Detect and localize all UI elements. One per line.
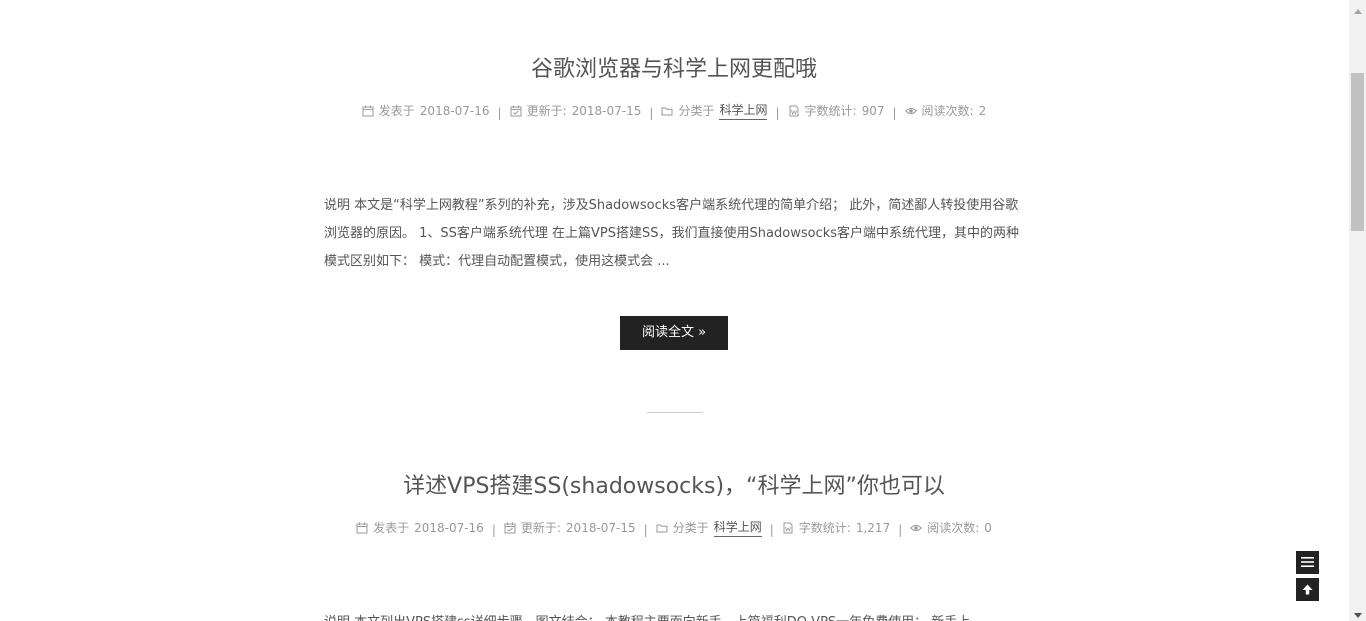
meta-label: 阅读次数:	[921, 103, 974, 118]
triangle-down-icon	[1353, 603, 1362, 621]
meta-label: 更新于:	[526, 103, 567, 118]
meta-separator: |	[649, 105, 654, 120]
meta-value: 2	[978, 103, 987, 118]
post-date: 发表于 2018-07-16	[362, 102, 490, 120]
post-title[interactable]: 详述VPS搭建SS(shadowsocks)，“科学上网”你也可以	[324, 472, 1024, 502]
arrow-up-icon	[1302, 580, 1313, 599]
post-updated: 更新于: 2018-07-15	[510, 102, 642, 120]
vertical-scrollbar[interactable]	[1349, 0, 1366, 621]
eye-icon	[904, 105, 917, 117]
meta-label: 阅读次数:	[927, 520, 980, 535]
meta-value: 1,217	[855, 520, 891, 535]
triangle-up-icon	[1353, 0, 1362, 18]
post-meta: 发表于 2018-07-16 | 更新于: 2018-07-15 | 分类于 科…	[324, 101, 1024, 122]
meta-label: 字数统计:	[798, 520, 851, 535]
page-viewport: 谷歌浏览器与科学上网更配哦 发表于 2018-07-16 | 更新于: 2018…	[0, 0, 1366, 621]
meta-separator: |	[491, 522, 496, 537]
post-excerpt: 说明 本文是“科学上网教程”系列的补充，涉及Shadowsocks客户端系统代理…	[324, 197, 1019, 269]
eye-icon	[910, 522, 923, 534]
post-item: 谷歌浏览器与科学上网更配哦 发表于 2018-07-16 | 更新于: 2018…	[324, 55, 1024, 350]
meta-separator: |	[643, 522, 648, 537]
menu-icon	[1301, 553, 1314, 572]
meta-label: 分类于	[672, 520, 709, 535]
folder-icon	[656, 522, 668, 534]
post-wordcount: 字数统计: 907	[788, 102, 885, 120]
meta-separator: |	[769, 522, 774, 537]
scrollbar-thumb[interactable]	[1351, 73, 1364, 231]
sidebar-toggle-button[interactable]	[1296, 551, 1319, 574]
category-link[interactable]: 科学上网	[719, 101, 768, 120]
post-category: 分类于 科学上网	[661, 101, 768, 120]
meta-label: 发表于	[378, 103, 415, 118]
post-updated: 更新于: 2018-07-15	[504, 519, 636, 537]
read-more-wrapper: 阅读全文 »	[324, 315, 1024, 350]
file-word-icon	[782, 522, 794, 534]
post-item: 详述VPS搭建SS(shadowsocks)，“科学上网”你也可以 发表于 20…	[324, 472, 1024, 621]
folder-icon	[661, 105, 673, 117]
meta-label: 更新于:	[520, 520, 561, 535]
meta-label: 发表于	[373, 520, 410, 535]
post-title[interactable]: 谷歌浏览器与科学上网更配哦	[324, 55, 1024, 85]
meta-value: 2018-07-15	[571, 103, 642, 118]
calendar-icon	[356, 522, 368, 534]
scroll-down-arrow[interactable]	[1349, 604, 1366, 621]
meta-value: 2018-07-15	[565, 520, 636, 535]
back-to-top-button[interactable]	[1296, 578, 1319, 601]
meta-value: 0	[984, 520, 992, 535]
meta-value: 2018-07-16	[414, 520, 484, 535]
calendar-icon	[362, 105, 374, 117]
scroll-up-arrow[interactable]	[1349, 0, 1366, 17]
post-views: 阅读次数: 0	[910, 519, 992, 537]
post-date: 发表于 2018-07-16	[356, 519, 484, 537]
post-views: 阅读次数: 2	[904, 102, 987, 120]
calendar-check-icon	[510, 105, 522, 117]
meta-label: 字数统计:	[804, 103, 857, 118]
post-excerpt: 说明 本文列出VPS搭建ss详细步骤，图文结合； 本教程主要面向新手，上篇福利D…	[324, 609, 1024, 621]
meta-label: 分类于	[678, 103, 715, 118]
read-more-button[interactable]: 阅读全文 »	[619, 315, 729, 350]
meta-separator: |	[898, 522, 903, 537]
category-link[interactable]: 科学上网	[713, 518, 762, 537]
meta-separator: |	[892, 105, 897, 120]
file-word-icon	[788, 105, 800, 117]
meta-separator: |	[775, 105, 780, 120]
post-meta: 发表于 2018-07-16 | 更新于: 2018-07-15 | 分类于 科…	[324, 518, 1024, 539]
post-list: 谷歌浏览器与科学上网更配哦 发表于 2018-07-16 | 更新于: 2018…	[0, 0, 1349, 621]
post-wordcount: 字数统计: 1,217	[782, 519, 890, 537]
meta-separator: |	[497, 105, 502, 120]
post-divider	[647, 412, 703, 413]
meta-value: 907	[861, 103, 885, 118]
post-category: 分类于 科学上网	[656, 518, 762, 537]
meta-value: 2018-07-16	[419, 103, 490, 118]
calendar-check-icon	[504, 522, 516, 534]
